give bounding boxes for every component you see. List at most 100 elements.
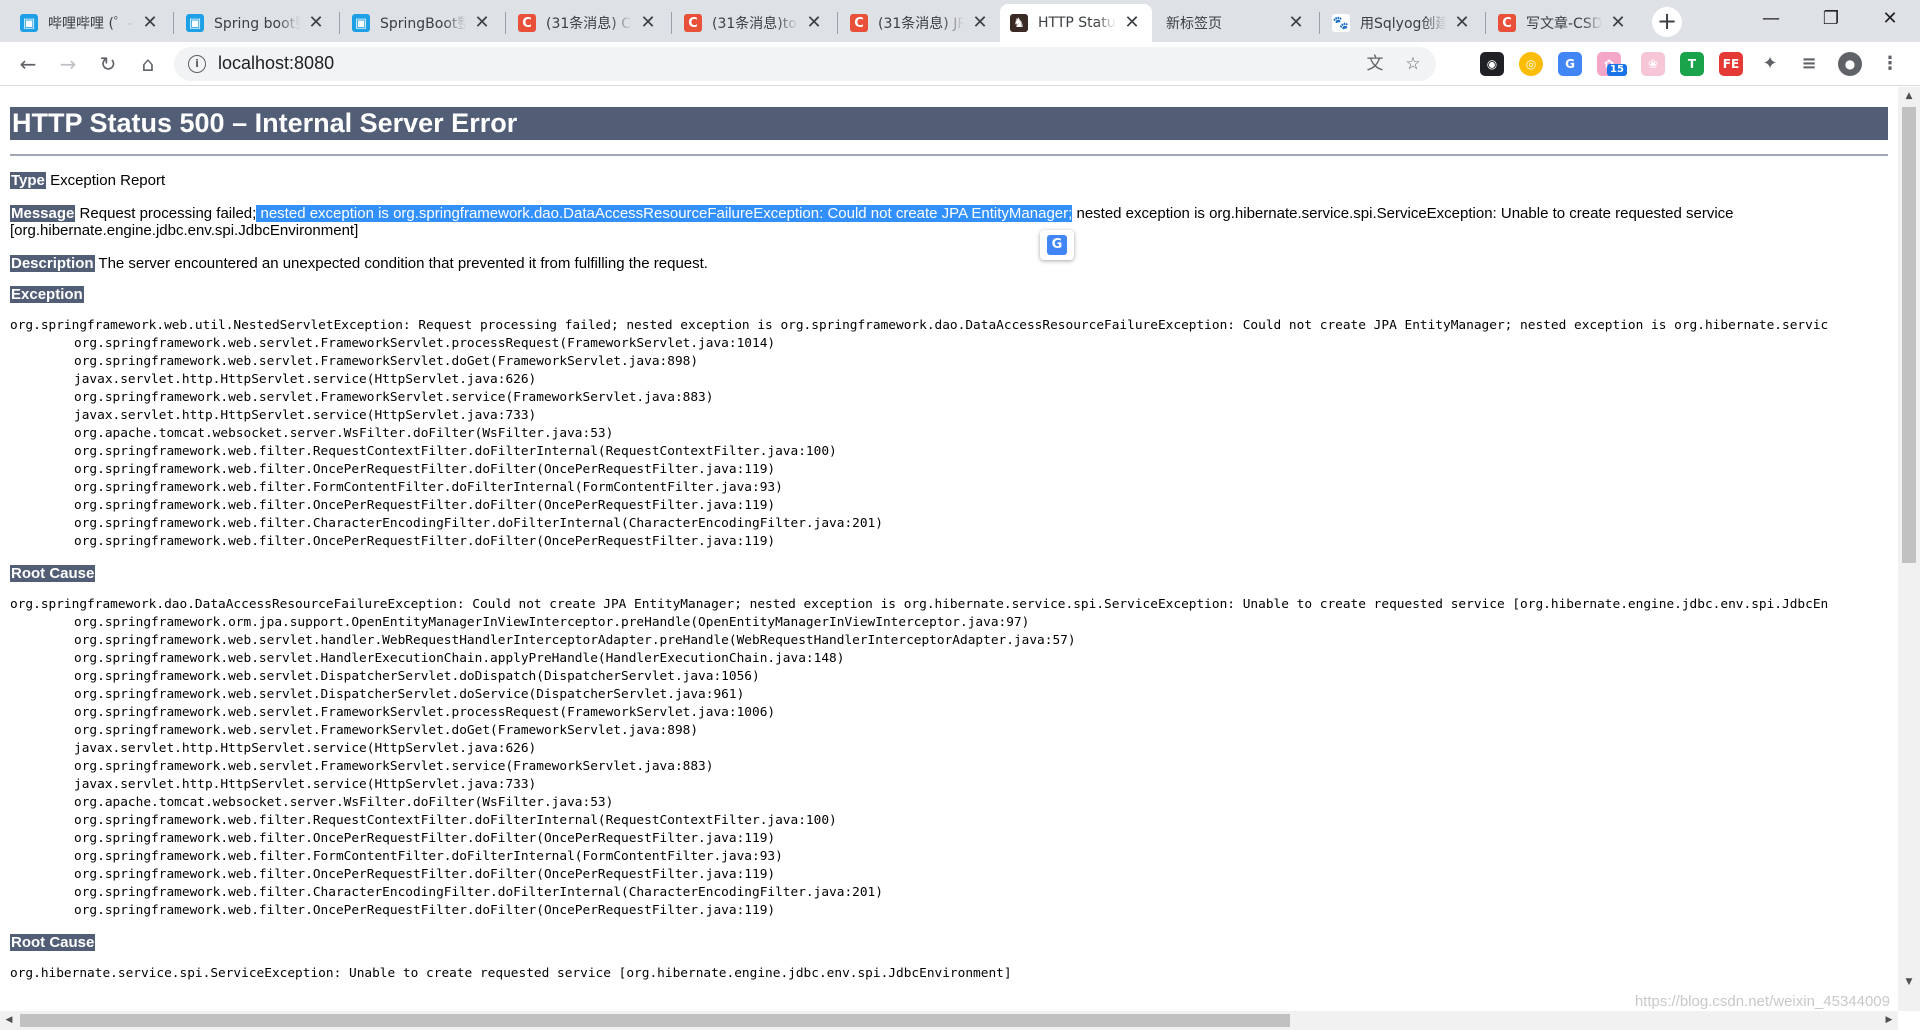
close-icon[interactable]: ✕ (1608, 13, 1628, 33)
restore-button[interactable]: ❐ (1801, 4, 1861, 34)
close-icon[interactable]: ✕ (1452, 13, 1472, 33)
error-title: HTTP Status 500 – Internal Server Error (10, 107, 1888, 140)
vertical-scrollbar[interactable]: ▲ ▼ (1898, 87, 1920, 1011)
tab-title: 哔哩哔哩 (゜-゜)つロ 干杯~ (48, 16, 134, 32)
profile-avatar[interactable]: ● (1838, 52, 1862, 76)
root-cause-heading-row: Root Cause (10, 565, 1888, 582)
stack-frame: org.springframework.orm.jpa.support.Open… (74, 615, 1030, 630)
stacktrace-head: org.hibernate.service.spi.ServiceExcepti… (10, 966, 1012, 981)
close-icon[interactable]: ✕ (638, 13, 658, 33)
tab-title: 用Sqlyog创建 (1360, 16, 1446, 32)
stack-frame: org.springframework.web.servlet.HandlerE… (74, 651, 845, 666)
tab-separator (1485, 12, 1486, 34)
address-bar[interactable]: i localhost:8080 文 ☆ (174, 47, 1436, 81)
tab-strip: ▣ 哔哩哔哩 (゜-゜)つロ 干杯~ ✕ ▣ Spring boot整合JPA … (0, 0, 1920, 42)
minimize-button[interactable]: — (1741, 4, 1801, 34)
exception-stacktrace: org.springframework.web.util.NestedServl… (10, 317, 1888, 551)
close-icon[interactable]: ✕ (804, 13, 824, 33)
tab-title: SpringBoot整合 (380, 16, 466, 32)
scroll-up-arrow-icon[interactable]: ▲ (1898, 87, 1920, 105)
close-icon[interactable]: ✕ (1122, 13, 1142, 33)
stack-frame: org.springframework.web.servlet.Framewor… (74, 759, 714, 774)
tomcat-icon: ♞ (1010, 14, 1028, 32)
csdn-icon: C (850, 14, 868, 32)
horizontal-scroll-thumb[interactable] (20, 1014, 1290, 1027)
root-cause-heading: Root Cause (10, 934, 96, 951)
tab-5[interactable]: C (31条消息) JPA ✕ (840, 4, 1000, 42)
tab-8[interactable]: 🐾 用Sqlyog创建 ✕ (1322, 4, 1482, 42)
fe-helper-icon[interactable]: FE (1719, 52, 1743, 76)
tab-7[interactable]: 新标签页 ✕ (1156, 4, 1316, 42)
stack-frame: org.springframework.web.filter.OncePerRe… (74, 831, 776, 846)
tab-title: HTTP Status 500 (1038, 15, 1116, 31)
csdn-icon: C (684, 14, 702, 32)
stack-frame: org.springframework.web.servlet.Framewor… (74, 705, 776, 720)
stacktrace-frames: org.springframework.web.servlet.Framewor… (10, 335, 1888, 551)
tab-separator (837, 12, 838, 34)
message-text: Request processing failed; (79, 205, 257, 222)
translate-popup-button[interactable]: G (1040, 230, 1074, 260)
stack-frame: org.springframework.web.servlet.Framewor… (74, 336, 776, 351)
close-icon[interactable]: ✕ (472, 13, 492, 33)
forward-button[interactable]: → (52, 48, 84, 80)
home-button[interactable]: ⌂ (132, 48, 164, 80)
chrome-extension-icon[interactable]: ◎ (1519, 52, 1543, 76)
extension-icon[interactable]: ❀ (1641, 52, 1665, 76)
tab-title: (31条消息) CSDN (546, 16, 632, 32)
stack-frame: org.springframework.web.filter.OncePerRe… (74, 867, 776, 882)
stacktrace-frames: org.springframework.orm.jpa.support.Open… (10, 614, 1888, 920)
vertical-scroll-thumb[interactable] (1902, 107, 1916, 563)
scroll-left-arrow-icon[interactable]: ◀ (0, 1011, 18, 1030)
scroll-down-arrow-icon[interactable]: ▼ (1898, 973, 1920, 991)
reading-list-icon[interactable]: ≡ (1797, 52, 1821, 76)
close-icon[interactable]: ✕ (306, 13, 326, 33)
tab-3[interactable]: C (31条消息) CSDN ✕ (508, 4, 668, 42)
message-label: Message (10, 205, 76, 222)
bilibili-icon: ▣ (186, 14, 204, 32)
window-close-button[interactable]: ✕ (1860, 4, 1920, 34)
stack-frame: org.springframework.web.servlet.Framewor… (74, 390, 714, 405)
stack-frame: org.springframework.web.filter.OncePerRe… (74, 903, 776, 918)
tab-9[interactable]: C 写文章-CSDN博客 ✕ (1488, 4, 1638, 42)
tab-4[interactable]: C (31条消息)tomcat ✕ (674, 4, 834, 42)
google-translate-icon[interactable]: G (1558, 52, 1582, 76)
message-row: Message Request processing failed; neste… (10, 205, 1888, 239)
reload-button[interactable]: ↻ (92, 48, 124, 80)
new-tab-button[interactable]: + (1652, 7, 1682, 37)
extension-badge-icon[interactable]: ✿ 15 (1597, 52, 1627, 76)
close-icon[interactable]: ✕ (970, 13, 990, 33)
message-selected-text[interactable]: nested exception is org.springframework.… (256, 205, 1073, 222)
tab-0[interactable]: ▣ 哔哩哔哩 (゜-゜)つロ 干杯~ ✕ (10, 4, 170, 42)
bookmark-star-icon[interactable]: ☆ (1402, 53, 1424, 75)
stack-frame: org.springframework.web.filter.Character… (74, 885, 883, 900)
tab-1[interactable]: ▣ Spring boot整合JPA ✕ (176, 4, 336, 42)
root-cause-heading-row-2: Root Cause (10, 934, 1888, 951)
bilibili-icon: ▣ (20, 14, 38, 32)
type-value: Exception Report (50, 172, 166, 189)
tab-separator (505, 12, 506, 34)
back-button[interactable]: ← (12, 48, 44, 80)
tab-2[interactable]: ▣ SpringBoot整合 ✕ (342, 4, 502, 42)
stack-frame: org.springframework.web.filter.FormConte… (74, 849, 783, 864)
close-icon[interactable]: ✕ (1286, 13, 1306, 33)
translate-icon[interactable]: 文 (1364, 53, 1386, 75)
root-cause-stacktrace: org.springframework.dao.DataAccessResour… (10, 596, 1888, 920)
shield-icon[interactable]: T (1680, 52, 1704, 76)
url-text[interactable]: localhost:8080 (218, 53, 334, 74)
description-row: Description The server encountered an un… (10, 255, 1888, 272)
close-icon[interactable]: ✕ (140, 13, 160, 33)
horizontal-scrollbar[interactable]: ◀ ▶ (0, 1011, 1898, 1030)
extension-icon[interactable]: ◉ (1480, 52, 1504, 76)
stack-frame: org.springframework.web.servlet.Framewor… (74, 723, 699, 738)
tab-title: Spring boot整合JPA (214, 16, 300, 32)
tab-6-active[interactable]: ♞ HTTP Status 500 ✕ (1000, 4, 1152, 42)
stack-frame: org.springframework.web.filter.OncePerRe… (74, 462, 776, 477)
puzzle-icon[interactable]: ✦ (1758, 52, 1782, 76)
tab-separator (339, 12, 340, 34)
stack-frame: javax.servlet.http.HttpServlet.service(H… (74, 372, 537, 387)
tab-title: (31条消息) JPA (878, 16, 964, 32)
tab-separator (173, 12, 174, 34)
menu-kebab-icon[interactable]: ⋮ (1878, 52, 1902, 76)
scroll-right-arrow-icon[interactable]: ▶ (1880, 1011, 1898, 1030)
info-icon[interactable]: i (188, 55, 206, 73)
